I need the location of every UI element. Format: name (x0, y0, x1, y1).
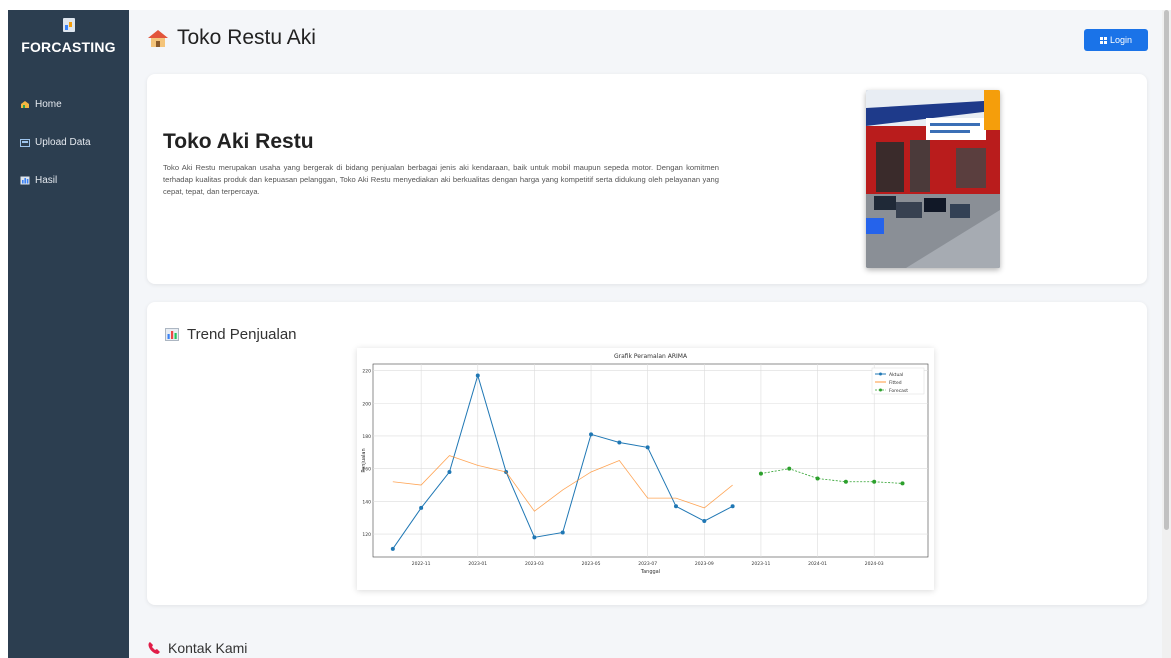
trend-card: Trend Penjualan Grafik Peramalan ARIMA 12… (147, 302, 1147, 605)
y-tick-label: 180 (362, 434, 371, 440)
x-tick-label: 2023-07 (638, 561, 657, 567)
login-label: Login (1109, 35, 1133, 45)
series-forecast-point (900, 481, 905, 486)
about-title: Toko Aki Restu (163, 130, 314, 153)
series-forecast-point (843, 479, 848, 484)
series-forecast-point (787, 466, 792, 471)
sidebar-item-hasil[interactable]: Hasil (8, 161, 129, 199)
y-axis-label: Penjualan (361, 448, 367, 472)
legend-marker (879, 388, 882, 392)
x-tick-label: 2023-03 (525, 561, 544, 567)
series-aktual-point (475, 373, 480, 378)
series-aktual-point (730, 504, 735, 509)
series-forecast-point (758, 471, 763, 476)
page-title: Toko Restu Aki (177, 26, 316, 49)
sidebar: FORCASTING Home Upload Data Hasil (8, 10, 129, 658)
legend-label: Aktual (889, 372, 903, 378)
series-aktual-point (702, 519, 707, 524)
x-axis-label: Tanggal (640, 569, 660, 575)
sidebar-item-label: Hasil (35, 174, 58, 186)
sidebar-item-upload-data[interactable]: Upload Data (8, 123, 129, 161)
series-aktual-point (617, 440, 622, 445)
store-photo (866, 90, 1000, 268)
series-forecast-point (872, 479, 877, 484)
legend-label: Forecast (889, 388, 908, 394)
series-aktual-point (532, 535, 537, 540)
y-tick-label: 140 (362, 499, 371, 505)
sidebar-nav: Home Upload Data Hasil (8, 85, 129, 199)
y-tick-label: 220 (362, 369, 371, 375)
plot-area (372, 363, 929, 558)
phone-icon (148, 642, 160, 654)
sidebar-item-home[interactable]: Home (8, 85, 129, 123)
sidebar-item-label: Home (35, 98, 62, 110)
contact-header: Kontak Kami (147, 640, 247, 656)
series-aktual-point (589, 432, 594, 437)
legend-marker (879, 372, 882, 376)
trend-title: Trend Penjualan (187, 326, 297, 343)
about-description: Toko Aki Restu merupakan usaha yang berg… (163, 163, 719, 196)
page-header: Toko Restu Aki (147, 26, 316, 50)
upload-icon (20, 138, 30, 147)
contact-title: Kontak Kami (168, 640, 248, 656)
x-tick-label: 2023-01 (468, 561, 487, 567)
chart-svg: Grafik Peramalan ARIMA120140160180200220… (361, 353, 929, 575)
x-tick-label: 2024-01 (808, 561, 827, 567)
chart-bar-icon (20, 176, 30, 184)
bar-chart-icon (165, 328, 179, 341)
about-card: Toko Aki Restu Toko Aki Restu merupakan … (147, 74, 1147, 284)
brand-title: FORCASTING (21, 39, 116, 55)
sidebar-item-label: Upload Data (35, 136, 91, 148)
series-aktual-point (673, 504, 678, 509)
y-tick-label: 120 (362, 532, 371, 538)
chart-icon (62, 18, 75, 32)
main-content: Toko Restu Aki Login Toko Aki Restu Toko… (129, 10, 1162, 658)
trend-header: Trend Penjualan (165, 326, 297, 343)
x-tick-label: 2024-03 (865, 561, 884, 567)
login-icon (1099, 36, 1107, 44)
chart-title: Grafik Peramalan ARIMA (614, 353, 688, 360)
x-tick-label: 2023-11 (752, 561, 771, 567)
series-aktual-point (645, 445, 650, 450)
forecast-chart: Grafik Peramalan ARIMA 120 140 160 180 200 220… (357, 348, 934, 590)
series-aktual-point (447, 469, 452, 474)
home-icon (21, 100, 29, 108)
scrollbar-thumb[interactable] (1164, 10, 1169, 530)
login-button[interactable]: Login (1084, 29, 1148, 51)
brand[interactable]: FORCASTING (8, 10, 129, 55)
x-tick-label: 2022-11 (412, 561, 431, 567)
series-aktual-point (560, 530, 565, 535)
house-icon (148, 30, 168, 47)
legend-label: Fitted (889, 380, 902, 386)
series-aktual-point (390, 546, 395, 551)
series-forecast-point (815, 476, 820, 481)
series-aktual-point (419, 505, 424, 510)
y-tick-label: 200 (362, 401, 371, 407)
x-tick-label: 2023-05 (582, 561, 601, 567)
x-tick-label: 2023-09 (695, 561, 714, 567)
